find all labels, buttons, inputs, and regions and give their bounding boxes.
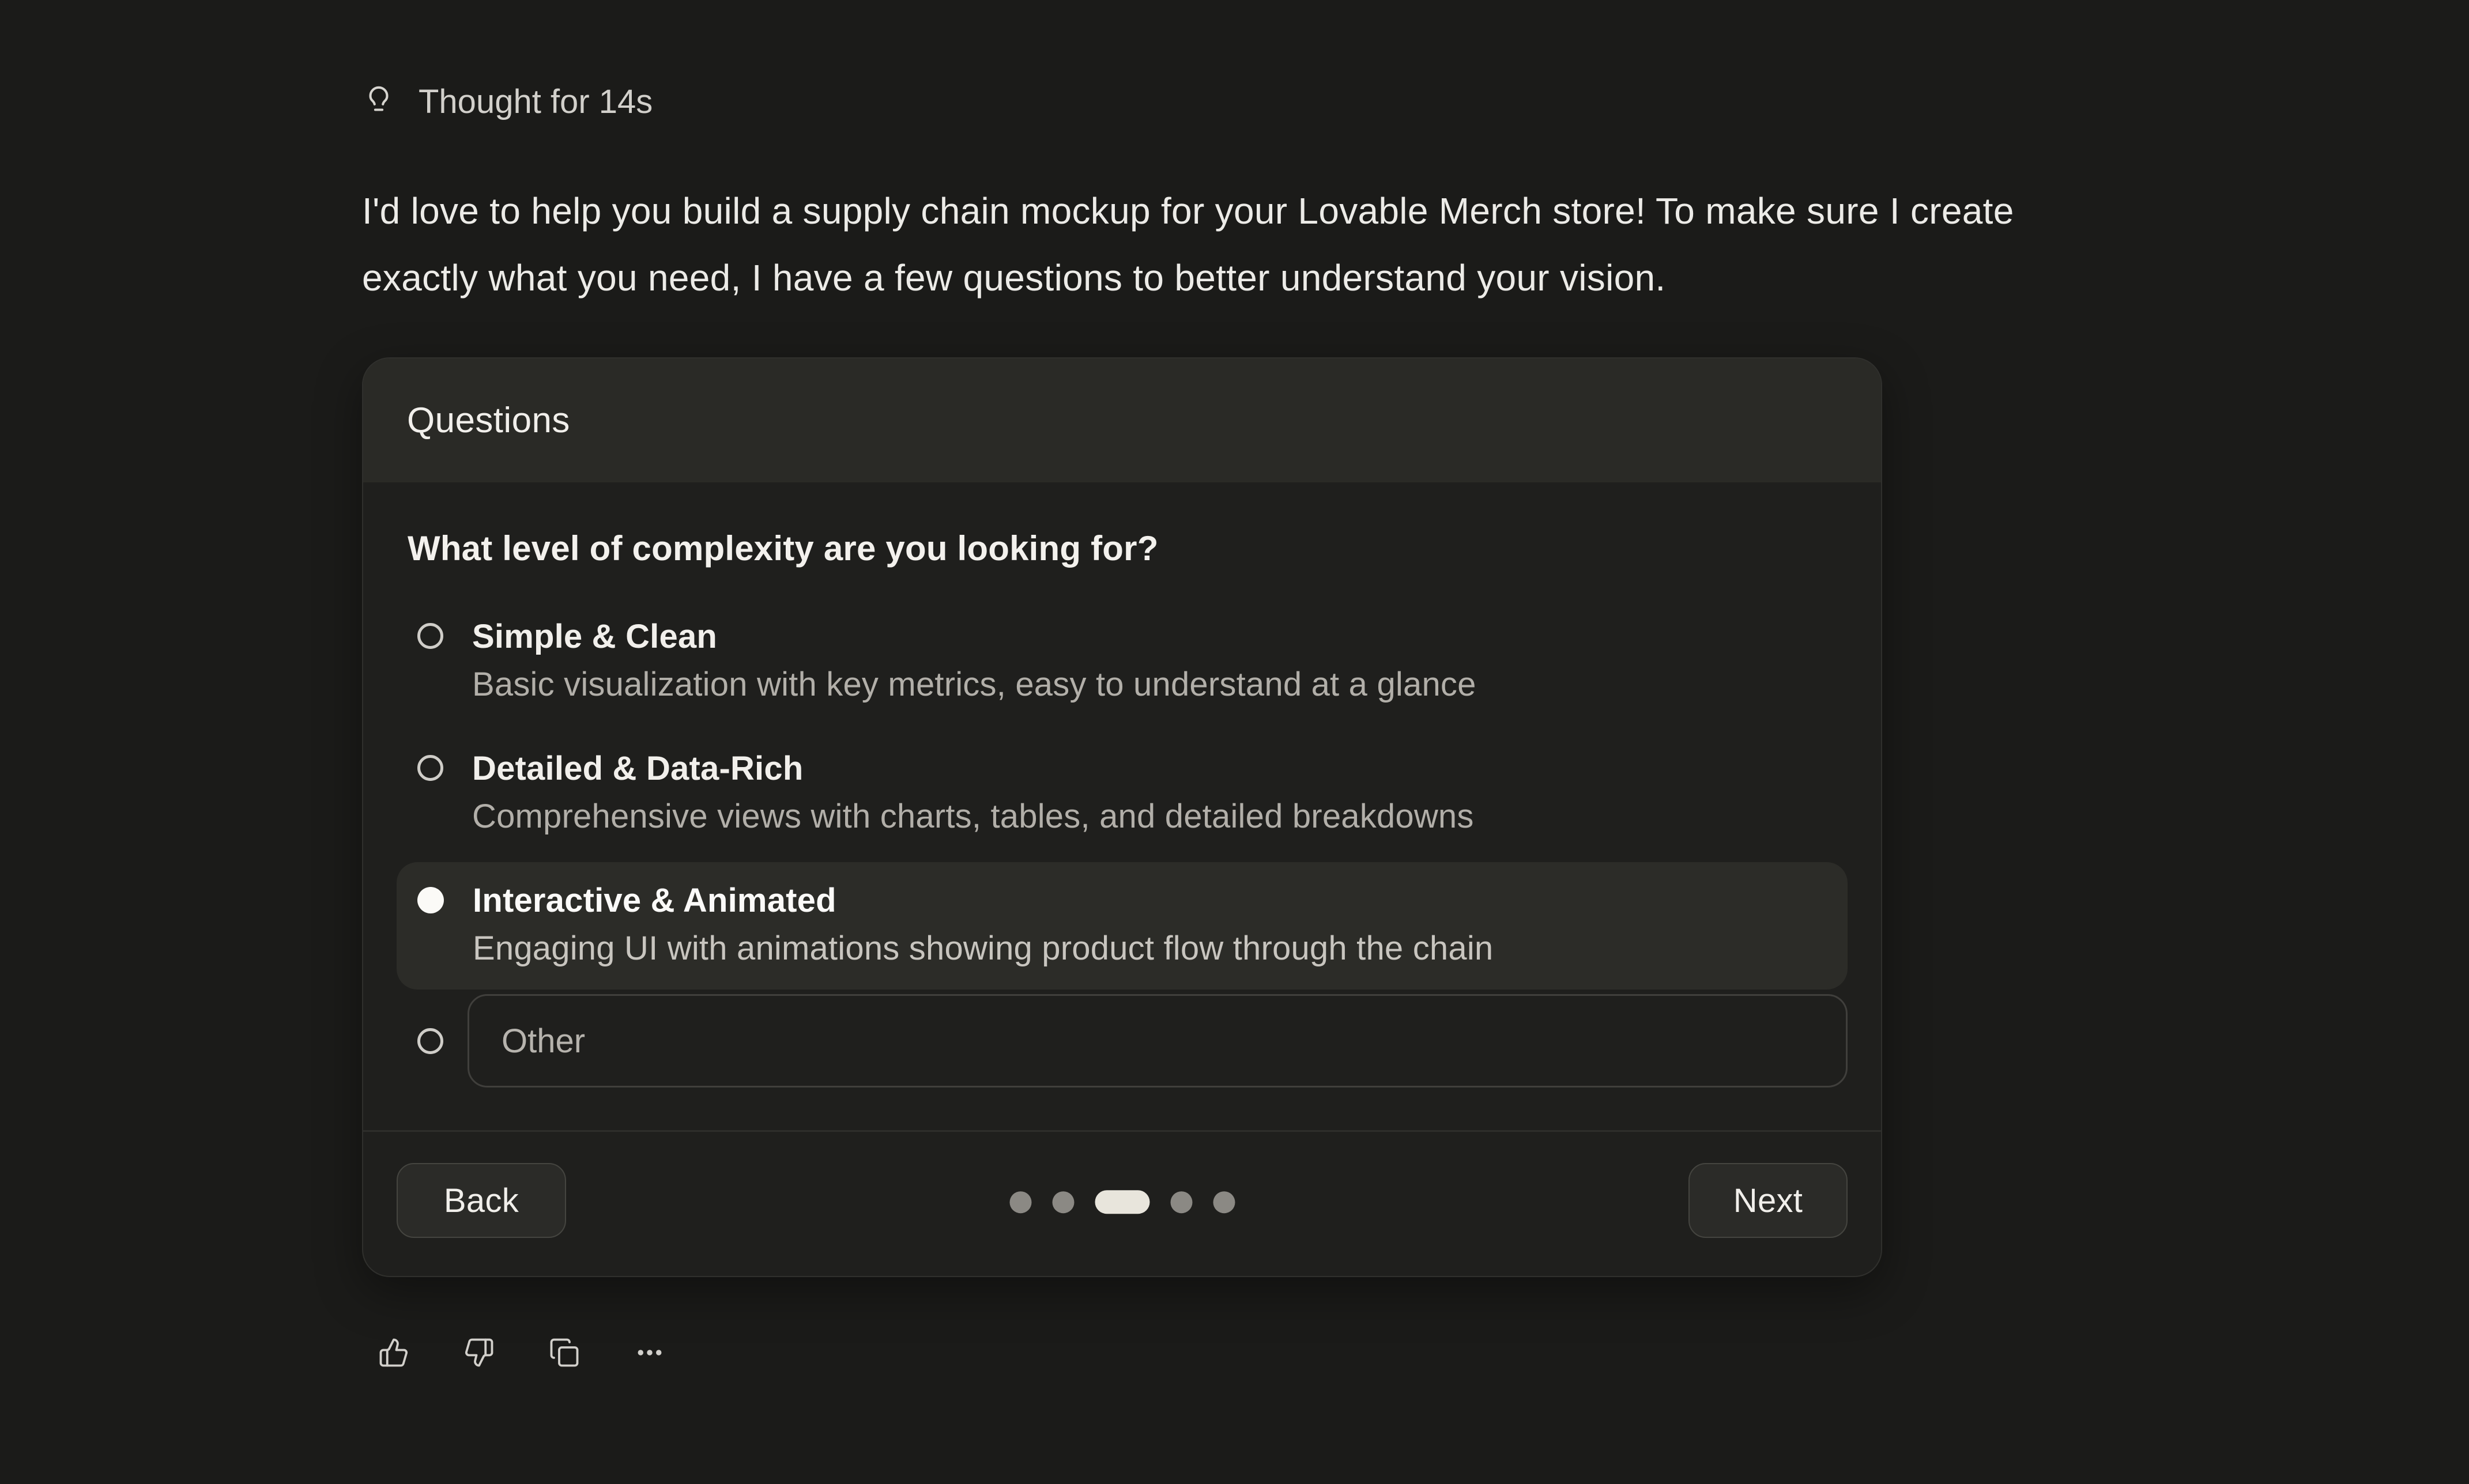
message-actions xyxy=(377,1336,2334,1369)
pagination-dot xyxy=(1213,1191,1235,1213)
more-options-icon xyxy=(634,1337,665,1368)
assistant-message: I'd love to help you build a supply chai… xyxy=(362,178,2334,311)
thought-summary[interactable]: Thought for 14s xyxy=(362,81,2334,122)
option-description: Comprehensive views with charts, tables,… xyxy=(472,798,1474,836)
option-other[interactable] xyxy=(397,994,1848,1087)
thought-label: Thought for 14s xyxy=(419,82,653,121)
pagination-dots xyxy=(1009,1190,1235,1214)
chat-message-block: Thought for 14s I'd love to help you bui… xyxy=(362,81,2334,1369)
options-list: Simple & Clean Basic visualization with … xyxy=(397,598,1848,1087)
option-title: Interactive & Animated xyxy=(473,882,1493,920)
questions-card-title: Questions xyxy=(407,401,570,440)
option-simple-clean[interactable]: Simple & Clean Basic visualization with … xyxy=(397,598,1848,726)
questions-card-body: What level of complexity are you looking… xyxy=(363,482,1881,1087)
option-description: Engaging UI with animations showing prod… xyxy=(473,930,1493,968)
pagination-dot xyxy=(1052,1191,1074,1213)
thumbs-down-icon xyxy=(463,1337,495,1368)
option-detailed-data-rich[interactable]: Detailed & Data-Rich Comprehensive views… xyxy=(397,730,1848,858)
questions-card-footer: Back Next xyxy=(363,1132,1881,1276)
copy-icon xyxy=(549,1337,580,1368)
questions-card: Questions What level of complexity are y… xyxy=(362,357,1882,1277)
questions-card-header: Questions xyxy=(363,358,1881,482)
pagination-dot xyxy=(1009,1191,1031,1213)
copy-button[interactable] xyxy=(548,1336,581,1369)
radio-selected-icon[interactable] xyxy=(417,887,444,913)
assistant-message-line: I'd love to help you build a supply chai… xyxy=(362,178,2334,244)
lightbulb-icon xyxy=(362,85,395,118)
back-button[interactable]: Back xyxy=(397,1163,566,1238)
radio-unselected-icon[interactable] xyxy=(417,623,443,649)
thumbs-down-button[interactable] xyxy=(462,1336,496,1369)
question-text: What level of complexity are you looking… xyxy=(408,528,1848,568)
pagination-dot-active xyxy=(1095,1190,1149,1214)
radio-unselected-icon[interactable] xyxy=(417,1028,443,1054)
more-options-button[interactable] xyxy=(633,1336,666,1369)
radio-unselected-icon[interactable] xyxy=(417,755,443,781)
option-title: Simple & Clean xyxy=(472,618,1476,656)
option-interactive-animated[interactable]: Interactive & Animated Engaging UI with … xyxy=(397,862,1848,990)
other-option-input[interactable] xyxy=(468,994,1848,1087)
option-description: Basic visualization with key metrics, ea… xyxy=(472,666,1476,704)
thumbs-up-button[interactable] xyxy=(377,1336,410,1369)
thumbs-up-icon xyxy=(378,1337,409,1368)
assistant-message-line: exactly what you need, I have a few ques… xyxy=(362,244,2334,311)
option-title: Detailed & Data-Rich xyxy=(472,750,1474,788)
next-button[interactable]: Next xyxy=(1688,1163,1848,1238)
pagination-dot xyxy=(1170,1191,1192,1213)
